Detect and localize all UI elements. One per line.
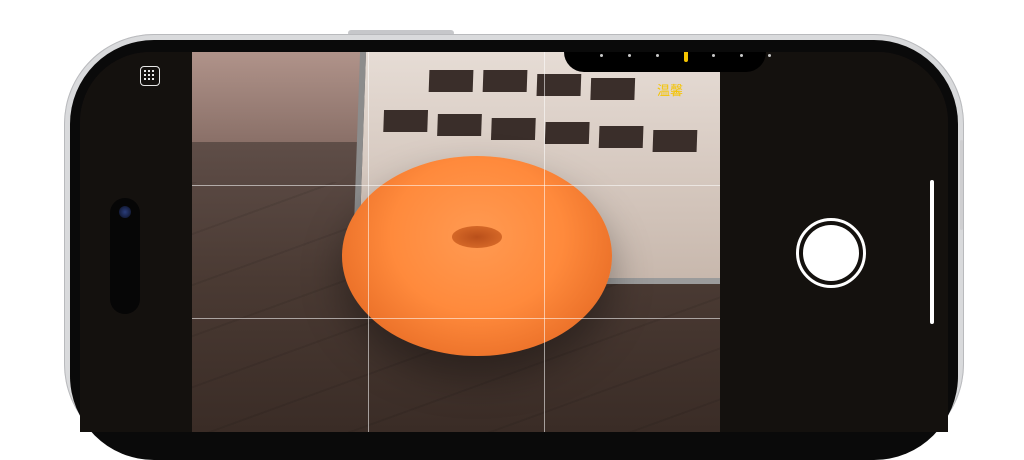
filter-dot[interactable] [656,54,659,57]
shutter-button-icon[interactable] [796,218,866,288]
scene-swatch [490,118,536,140]
front-camera-housing [110,198,140,314]
filter-dot[interactable] [628,54,631,57]
scene-swatch [544,122,590,144]
scene-lamp-center [452,226,502,248]
camera-screen: 温馨 [80,52,948,432]
grid-icon[interactable] [140,66,160,86]
scene-wall [192,52,362,142]
filter-dot[interactable] [600,54,603,57]
grid-line-vertical [368,52,369,432]
scene-swatch [482,70,528,92]
filter-dot[interactable] [768,54,771,57]
scene-swatch [652,130,698,152]
shutter-button-core[interactable] [803,225,859,281]
filter-dot-active[interactable] [684,52,688,62]
dynamic-island [564,52,766,72]
filter-name-label: 温馨 [656,84,683,99]
filter-dot[interactable] [712,54,715,57]
scene-lamp [342,156,612,356]
filter-dot[interactable] [740,54,743,57]
camera-lens-icon [119,206,131,218]
scene-swatch [598,126,644,148]
grid-line-horizontal [192,185,720,186]
camera-viewfinder[interactable] [192,52,720,432]
phone-side-edge [960,140,963,230]
grid-line-vertical [544,52,545,432]
grid-line-horizontal [192,318,720,319]
scene-swatch [428,70,474,92]
scene-swatch [437,114,482,136]
scene-swatch [590,78,636,100]
scene-swatch [383,110,429,132]
zoom-slider[interactable] [930,180,934,324]
left-control-panel [80,52,192,432]
